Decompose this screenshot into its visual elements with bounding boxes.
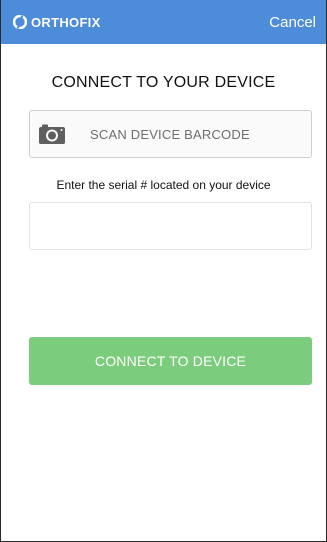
cancel-button[interactable]: Cancel	[269, 14, 316, 31]
page-title: CONNECT TO YOUR DEVICE	[51, 74, 276, 91]
scan-barcode-button[interactable]: SCAN DEVICE BARCODE	[29, 110, 312, 158]
connect-to-device-button[interactable]: CONNECT TO DEVICE	[29, 337, 312, 385]
connect-button-label: CONNECT TO DEVICE	[94, 353, 247, 369]
orthofix-logo: ORTHOFIX	[13, 15, 101, 30]
logo-text: ORTHOFIX	[31, 14, 101, 30]
scan-barcode-label: SCAN DEVICE BARCODE	[90, 126, 250, 142]
serial-number-input[interactable]	[29, 202, 312, 250]
app-screen: ORTHOFIX Cancel CONNECT TO YOUR DEVICE S…	[0, 0, 327, 542]
serial-instructions: Enter the serial # located on your devic…	[56, 178, 271, 192]
camera-icon	[39, 124, 65, 144]
orthofix-logo-icon	[13, 15, 27, 29]
nav-bar: ORTHOFIX Cancel	[1, 0, 326, 44]
